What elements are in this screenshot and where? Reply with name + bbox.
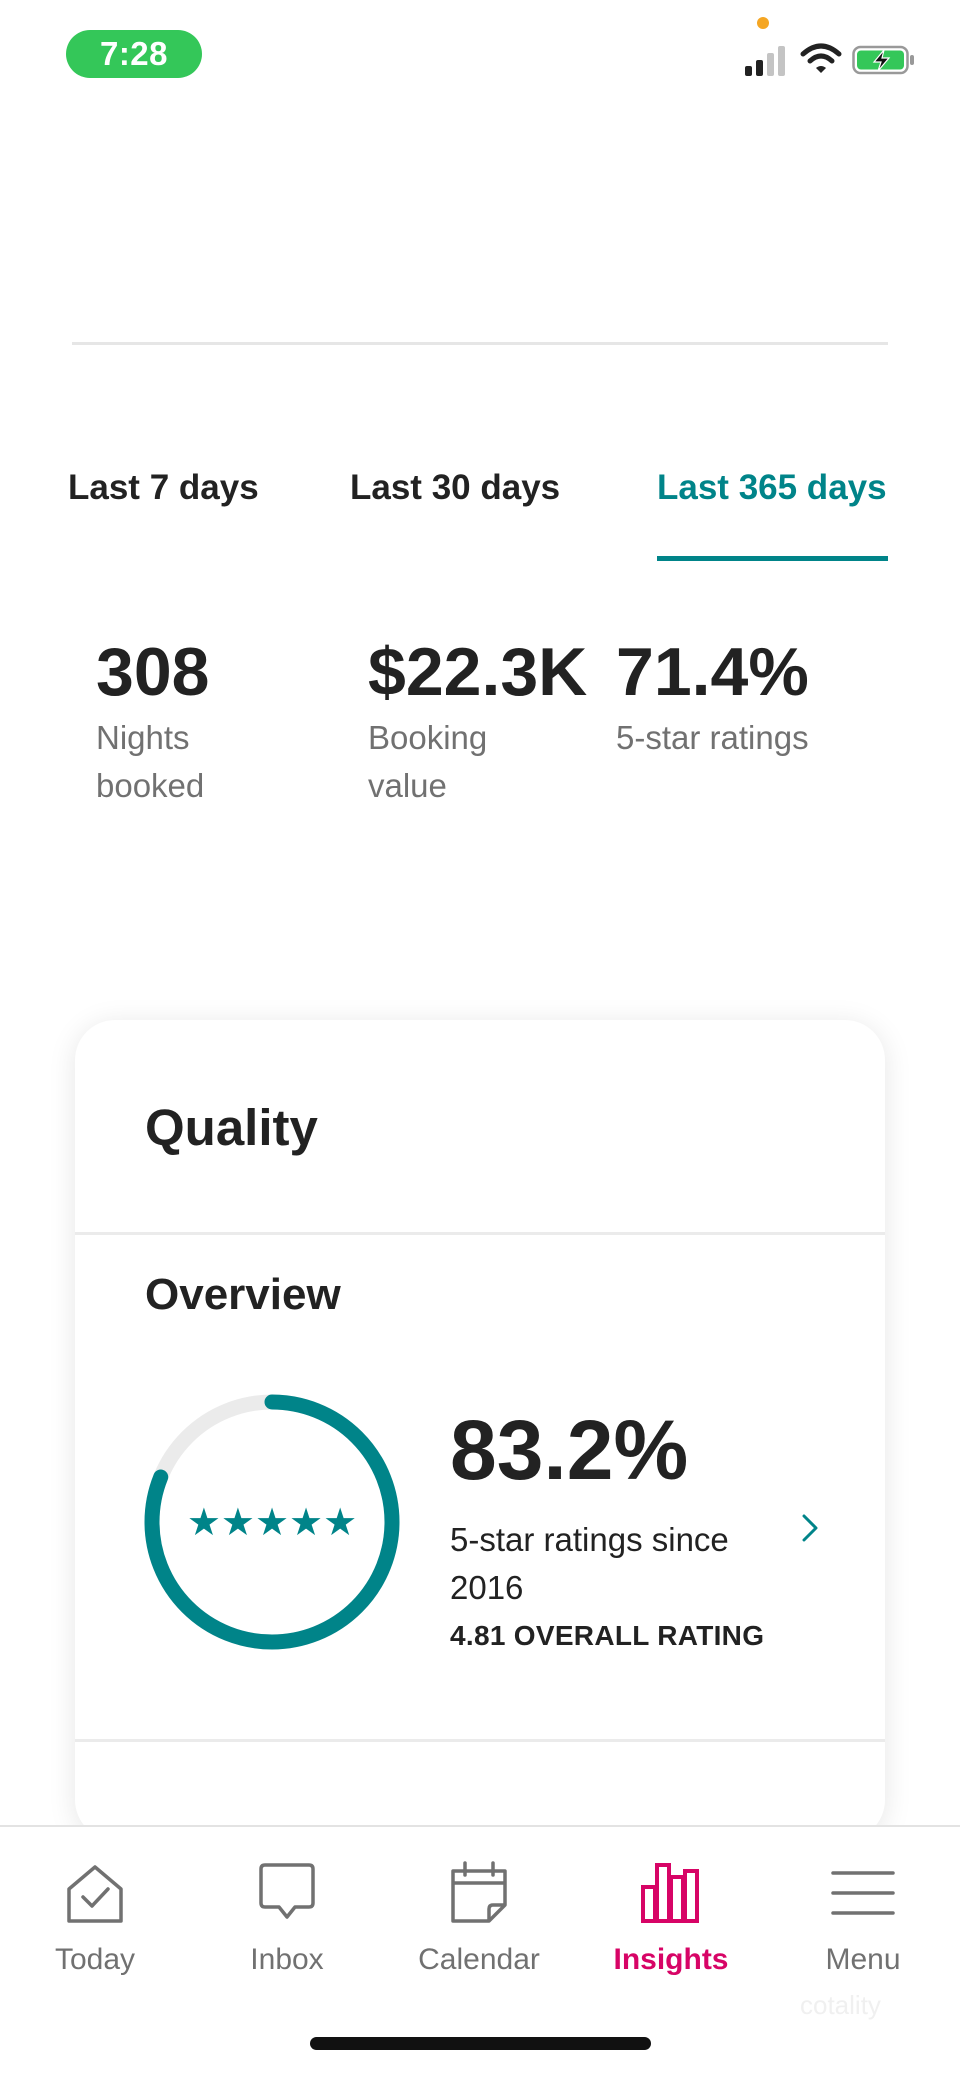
rating-donut-chart: ★★★★★ bbox=[144, 1394, 400, 1650]
mic-indicator-icon bbox=[757, 17, 769, 29]
five-star-percent: 83.2% bbox=[450, 1403, 689, 1497]
overview-title: Overview bbox=[145, 1270, 341, 1319]
top-divider bbox=[72, 342, 888, 345]
stat-label: 5-star ratings bbox=[616, 719, 809, 756]
battery-charging-icon bbox=[852, 45, 914, 75]
stat-five-star-ratings: 71.4% 5-star ratings bbox=[616, 630, 876, 762]
tab-last-7-days[interactable]: Last 7 days bbox=[68, 468, 259, 508]
card-divider bbox=[75, 1739, 885, 1742]
status-time: 7:28 bbox=[66, 30, 202, 78]
nav-label: Menu bbox=[825, 1943, 901, 1976]
nav-label: Calendar bbox=[418, 1943, 540, 1976]
nav-item-menu[interactable]: Menu bbox=[773, 1857, 953, 1997]
five-star-label: 5-star ratings since 2016 bbox=[450, 1521, 729, 1606]
date-range-tabs: Last 7 days Last 30 days Last 365 days bbox=[0, 440, 960, 562]
stat-label: Nights booked bbox=[96, 719, 205, 804]
quality-title: Quality bbox=[145, 1099, 318, 1156]
nav-item-today[interactable]: Today bbox=[5, 1857, 185, 1997]
home-indicator[interactable] bbox=[310, 2037, 651, 2050]
nav-item-calendar[interactable]: Calendar bbox=[389, 1857, 569, 1997]
status-bar: 7:28 bbox=[0, 0, 960, 110]
stat-nights-booked: 308 Nights booked bbox=[96, 630, 276, 810]
nav-label: Today bbox=[54, 1943, 136, 1976]
calendar-icon bbox=[451, 1861, 507, 1923]
nav-item-inbox[interactable]: Inbox bbox=[197, 1857, 377, 1997]
donut-stars: ★★★★★ bbox=[187, 1500, 357, 1544]
selected-tab-underline bbox=[657, 556, 888, 561]
wifi-icon bbox=[800, 43, 842, 73]
nav-item-insights[interactable]: Insights bbox=[581, 1857, 761, 1997]
quality-card: Quality Overview ★★★★★ 83.2% 5-star rati… bbox=[75, 1020, 885, 1840]
nav-label: Inbox bbox=[250, 1943, 324, 1976]
card-divider bbox=[75, 1232, 885, 1235]
house-check-icon bbox=[67, 1865, 123, 1923]
stat-label: Booking value bbox=[368, 719, 488, 804]
stat-value: $22.3K bbox=[368, 634, 588, 710]
overall-rating: 4.81 OVERALL RATING bbox=[450, 1620, 765, 1651]
chevron-right-icon[interactable] bbox=[797, 1508, 823, 1548]
chat-bubble-icon bbox=[259, 1863, 315, 1919]
bar-chart-icon bbox=[641, 1863, 699, 1923]
stat-booking-value: $22.3K Booking value bbox=[368, 630, 588, 810]
stat-value: 308 bbox=[96, 634, 210, 710]
tab-last-30-days[interactable]: Last 30 days bbox=[350, 468, 560, 508]
insights-screen: 7:28 Last 7 days Last 30 days Last 365 d… bbox=[0, 0, 960, 2079]
nav-label: Insights bbox=[613, 1943, 729, 1976]
cellular-signal-icon bbox=[745, 46, 785, 76]
tab-last-365-days[interactable]: Last 365 days bbox=[657, 468, 887, 508]
stat-value: 71.4% bbox=[616, 634, 809, 710]
watermark: cotality bbox=[800, 1990, 881, 2020]
hamburger-menu-icon bbox=[831, 1871, 895, 1915]
